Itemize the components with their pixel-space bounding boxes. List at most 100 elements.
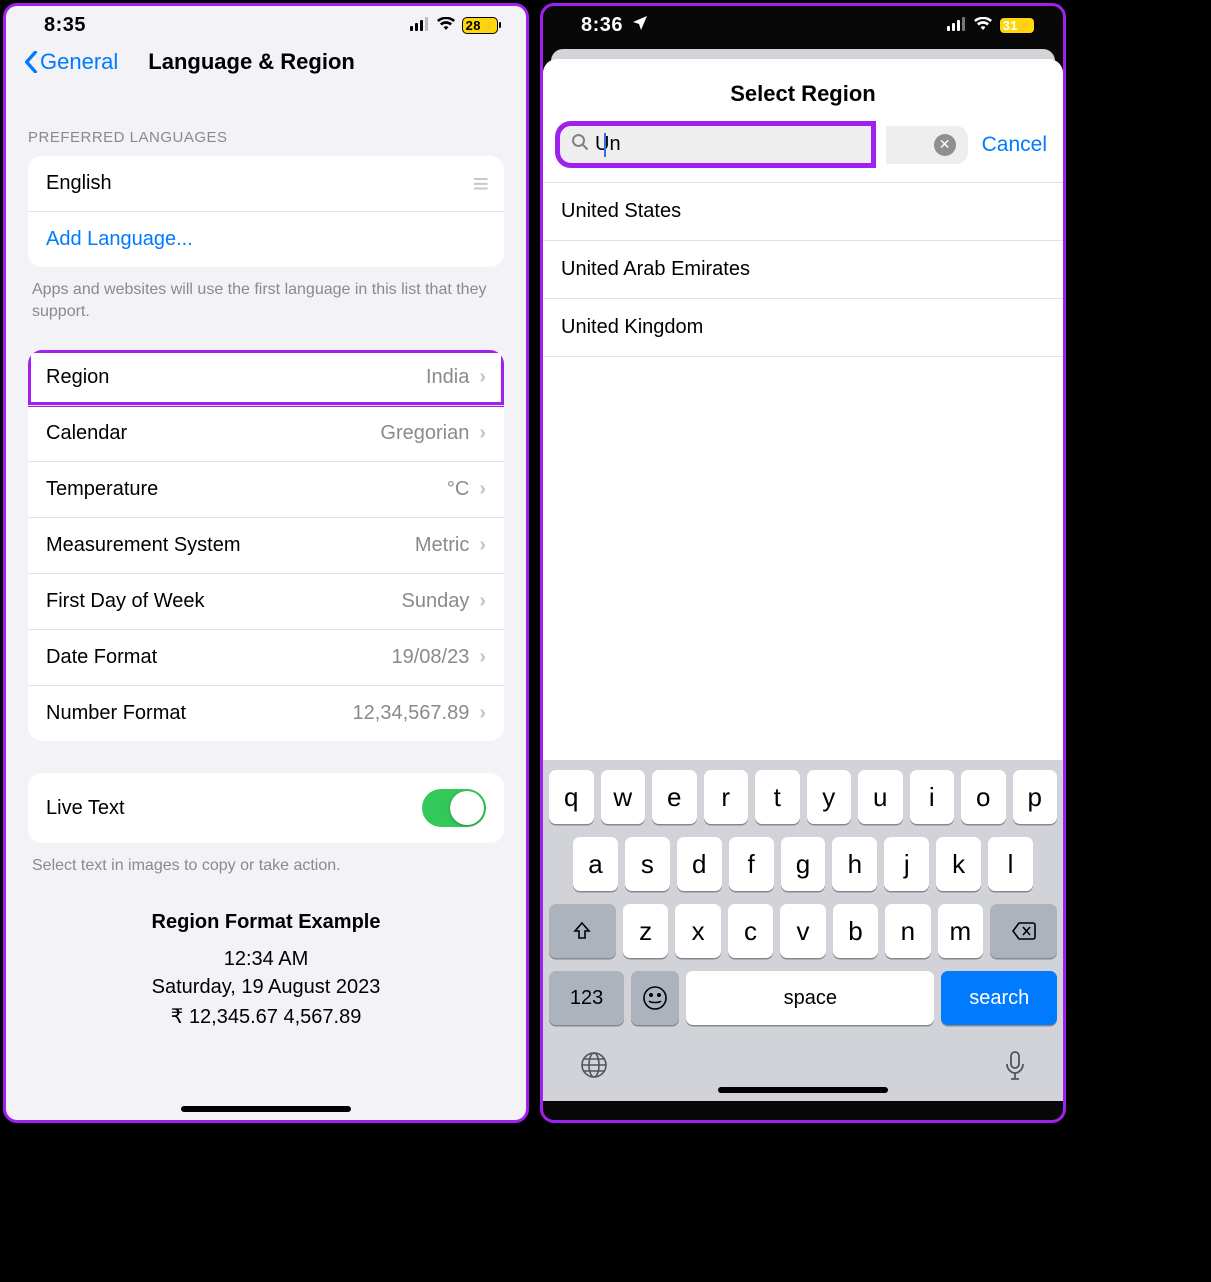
row-label: Measurement System <box>46 534 241 557</box>
result-united-kingdom[interactable]: United Kingdom <box>543 298 1063 357</box>
key-q[interactable]: q <box>549 770 594 824</box>
search-key[interactable]: search <box>941 971 1057 1025</box>
livetext-row[interactable]: Live Text <box>28 773 504 843</box>
chevron-right-icon: › <box>479 646 486 669</box>
search-field-rest[interactable]: ✕ <box>886 126 968 164</box>
row-label: Region <box>46 366 109 389</box>
key-k[interactable]: k <box>936 837 981 891</box>
chevron-right-icon: › <box>479 590 486 613</box>
row-value: °C <box>447 478 469 501</box>
temperature-row[interactable]: Temperature °C› <box>28 461 504 517</box>
location-icon <box>632 18 648 35</box>
numbers-key[interactable]: 123 <box>549 971 624 1025</box>
battery-icon: 31⚡ <box>999 17 1035 34</box>
key-v[interactable]: v <box>780 904 825 958</box>
firstday-row[interactable]: First Day of Week Sunday› <box>28 573 504 629</box>
key-l[interactable]: l <box>988 837 1033 891</box>
nav-bar: General Language & Region <box>6 41 526 93</box>
search-input[interactable] <box>595 133 860 156</box>
key-f[interactable]: f <box>729 837 774 891</box>
result-united-arab-emirates[interactable]: United Arab Emirates <box>543 240 1063 298</box>
drag-handle-icon[interactable]: ≡ <box>473 179 486 189</box>
back-button[interactable]: General <box>24 49 118 75</box>
key-w[interactable]: w <box>601 770 646 824</box>
key-y[interactable]: y <box>807 770 852 824</box>
dictation-icon[interactable] <box>1003 1050 1027 1089</box>
key-r[interactable]: r <box>704 770 749 824</box>
search-field-highlight <box>559 125 872 164</box>
region-row[interactable]: Region India › <box>28 350 504 405</box>
add-language-button[interactable]: Add Language... <box>28 211 504 267</box>
status-bar: 8:35 28⚡ <box>6 6 526 41</box>
key-b[interactable]: b <box>833 904 878 958</box>
key-n[interactable]: n <box>885 904 930 958</box>
chevron-left-icon <box>24 51 38 73</box>
row-label: Live Text <box>46 797 125 820</box>
results-list: United States United Arab Emirates Unite… <box>543 182 1063 357</box>
search-icon <box>571 133 589 156</box>
key-d[interactable]: d <box>677 837 722 891</box>
row-label: Number Format <box>46 702 186 725</box>
key-o[interactable]: o <box>961 770 1006 824</box>
key-i[interactable]: i <box>910 770 955 824</box>
key-c[interactable]: c <box>728 904 773 958</box>
key-m[interactable]: m <box>938 904 983 958</box>
wifi-icon <box>436 16 456 36</box>
status-time: 8:35 <box>44 14 86 37</box>
screenshot-language-region: 8:35 28⚡ General Language & Region PREFE… <box>3 3 529 1123</box>
space-key[interactable]: space <box>686 971 934 1025</box>
row-value: Sunday <box>401 590 469 613</box>
key-s[interactable]: s <box>625 837 670 891</box>
key-h[interactable]: h <box>832 837 877 891</box>
key-t[interactable]: t <box>755 770 800 824</box>
row-value: 12,34,567.89 <box>353 702 470 725</box>
battery-icon: 28⚡ <box>462 17 498 34</box>
chevron-right-icon: › <box>479 366 486 389</box>
language-name: English <box>46 172 112 195</box>
shift-key[interactable] <box>549 904 616 958</box>
key-u[interactable]: u <box>858 770 903 824</box>
key-z[interactable]: z <box>623 904 668 958</box>
language-row-english[interactable]: English ≡ <box>28 156 504 211</box>
keyboard: qwertyuiop asdfghjkl zxcvbnm 123 space s… <box>543 760 1063 1101</box>
clear-search-icon[interactable]: ✕ <box>934 134 956 156</box>
dateformat-row[interactable]: Date Format 19/08/23› <box>28 629 504 685</box>
status-time: 8:36 <box>581 14 623 36</box>
key-g[interactable]: g <box>781 837 826 891</box>
numberformat-row[interactable]: Number Format 12,34,567.89 › <box>28 685 504 741</box>
livetext-footer: Select text in images to copy or take ac… <box>32 855 500 877</box>
globe-icon[interactable] <box>579 1050 609 1089</box>
result-united-states[interactable]: United States <box>543 182 1063 240</box>
row-label: Calendar <box>46 422 127 445</box>
row-label: Temperature <box>46 478 158 501</box>
region-settings-group: Region India › Calendar Gregorian › Temper… <box>28 350 504 741</box>
row-value: Gregorian <box>380 422 469 445</box>
key-j[interactable]: j <box>884 837 929 891</box>
emoji-key[interactable] <box>631 971 679 1025</box>
measurement-row[interactable]: Measurement System Metric› <box>28 517 504 573</box>
row-value: India <box>426 366 469 389</box>
languages-footer: Apps and websites will use the first lan… <box>32 279 500 322</box>
key-x[interactable]: x <box>675 904 720 958</box>
select-region-sheet: Select Region ✕ Cancel United States Uni… <box>543 59 1063 1101</box>
calendar-row[interactable]: Calendar Gregorian › <box>28 405 504 461</box>
chevron-right-icon: › <box>479 702 486 725</box>
cellular-icon <box>410 16 430 36</box>
row-label: Date Format <box>46 646 157 669</box>
chevron-right-icon: › <box>479 422 486 445</box>
cancel-button[interactable]: Cancel <box>982 133 1047 157</box>
cellular-icon <box>947 16 967 36</box>
languages-group: English ≡ Add Language... <box>28 156 504 267</box>
livetext-toggle[interactable] <box>422 789 486 827</box>
sheet-title: Select Region <box>543 59 1063 125</box>
home-indicator[interactable] <box>718 1087 888 1093</box>
chevron-right-icon: › <box>479 534 486 557</box>
preferred-languages-header: PREFERRED LANGUAGES <box>28 129 504 146</box>
key-e[interactable]: e <box>652 770 697 824</box>
region-format-example: Region Format Example 12:34 AM Saturday,… <box>28 911 504 1029</box>
key-p[interactable]: p <box>1013 770 1058 824</box>
home-indicator[interactable] <box>181 1106 351 1112</box>
backspace-key[interactable] <box>990 904 1057 958</box>
key-a[interactable]: a <box>573 837 618 891</box>
wifi-icon <box>973 16 993 36</box>
